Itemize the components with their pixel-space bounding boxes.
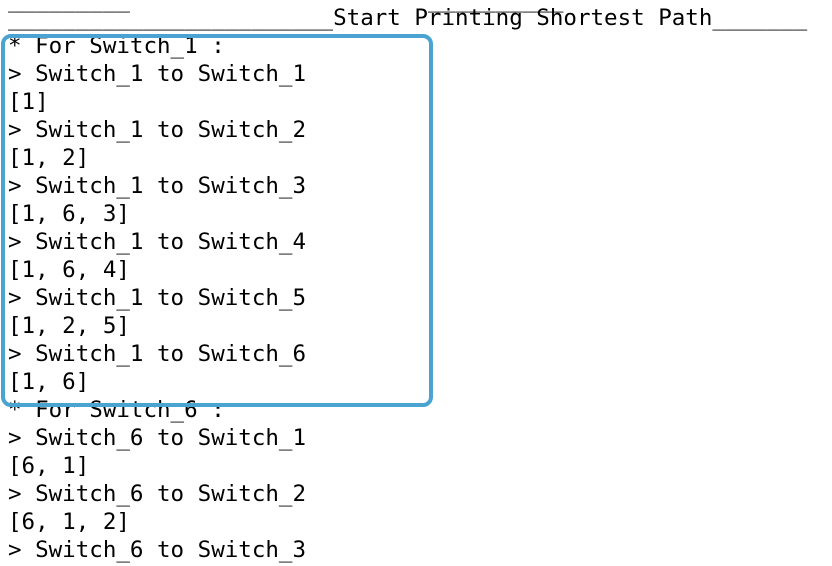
path-label: > Switch_1 to Switch_5 [8, 285, 307, 311]
path-value: [1, 6, 3] [8, 201, 130, 227]
path-value: [6, 1, 2] [8, 509, 130, 535]
path-label: > Switch_6 to Switch_2 [8, 481, 307, 507]
terminal-output: _________ __________ ____________________… [0, 0, 832, 566]
path-label: > Switch_1 to Switch_2 [8, 117, 307, 143]
path-value: [6, 1] [8, 453, 90, 479]
section-heading-switch-1: * For Switch_1 : [8, 33, 225, 59]
path-label: > Switch_1 to Switch_4 [8, 229, 307, 255]
path-label: > Switch_6 to Switch_3 [8, 537, 307, 563]
path-value: [1, 6] [8, 369, 90, 395]
path-label: > Switch_1 to Switch_6 [8, 341, 307, 367]
path-label: > Switch_1 to Switch_3 [8, 173, 307, 199]
path-label: > Switch_6 to Switch_1 [8, 425, 307, 451]
section-heading-switch-6: * For Switch_6 : [8, 397, 225, 423]
path-value: [1, 6, 4] [8, 257, 130, 283]
path-label: > Switch_1 to Switch_1 [8, 61, 307, 87]
path-value: [1, 2] [8, 145, 90, 171]
path-value: [1, 2, 5] [8, 313, 130, 339]
header-line: ________________________Start Printing S… [8, 5, 808, 31]
path-value: [1] [8, 89, 49, 115]
